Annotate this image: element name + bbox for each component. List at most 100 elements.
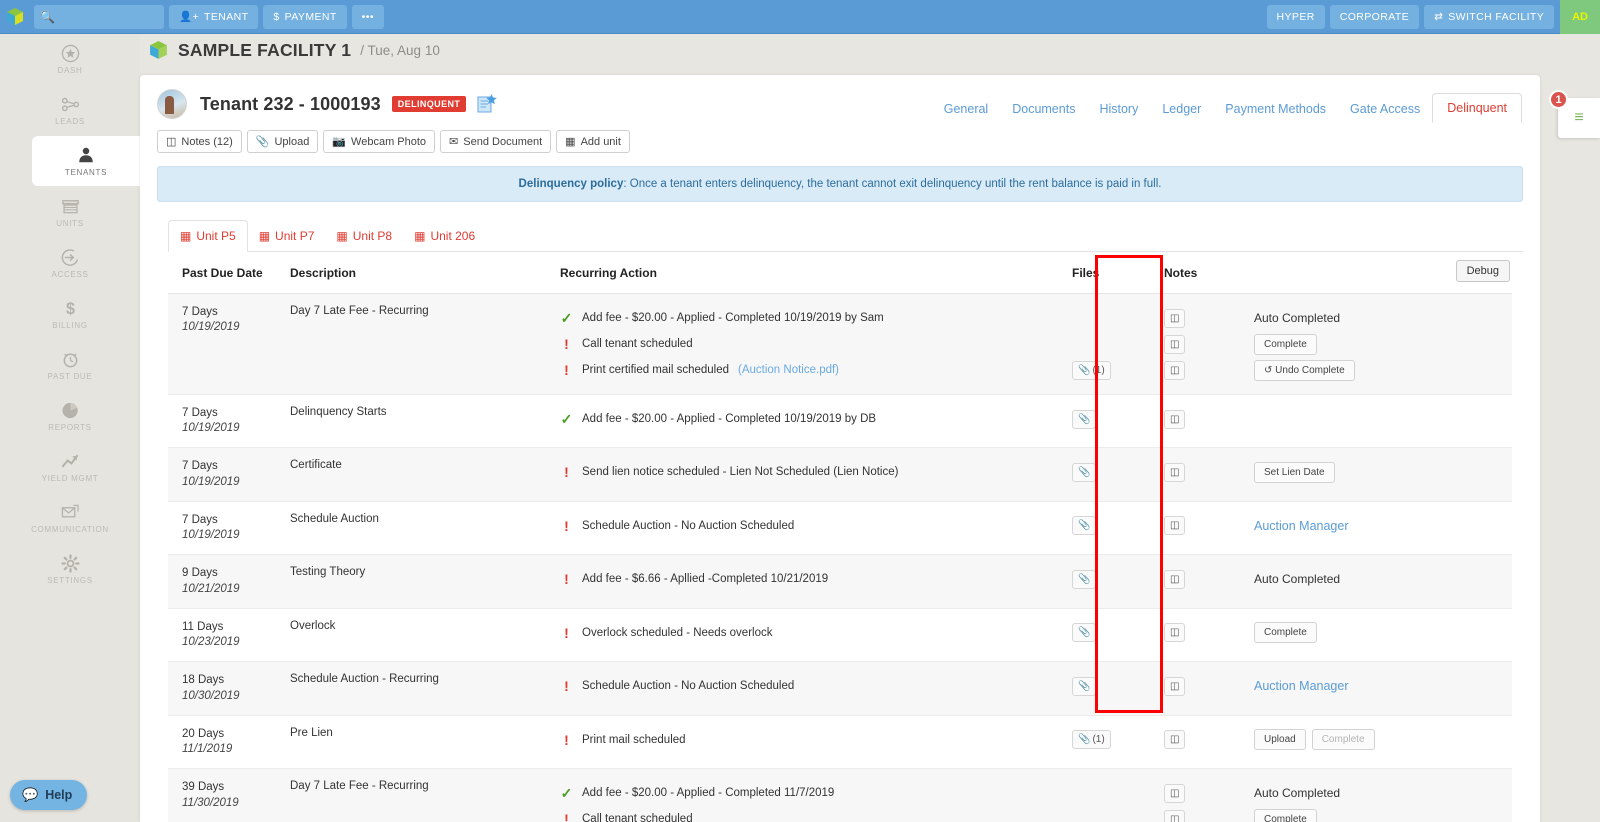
attach-file-button[interactable]: 📎	[1072, 516, 1097, 536]
button-complete[interactable]: Complete	[1254, 622, 1317, 644]
add-note-button[interactable]: ◫	[1164, 334, 1186, 354]
tab-payment-methods[interactable]: Payment Methods	[1213, 95, 1338, 123]
add-note-button[interactable]: ◫	[1164, 783, 1186, 803]
add-tenant-button[interactable]: 👤+ TENANT	[169, 4, 259, 29]
trend-arrow-icon	[61, 451, 80, 471]
attach-file-button[interactable]: 📎	[1072, 569, 1097, 589]
sidebar-item-units[interactable]: UNITS	[0, 187, 140, 237]
sidebar-item-billing[interactable]: $ BILLING	[0, 289, 140, 339]
paperclip-icon: 📎	[1078, 680, 1091, 692]
button-complete[interactable]: Complete	[1254, 808, 1317, 822]
button-set-lien-date[interactable]: Set Lien Date	[1254, 461, 1335, 483]
unit-tab-unit-p7[interactable]: ▦ Unit P7	[248, 221, 326, 251]
tab-ledger[interactable]: Ledger	[1150, 95, 1213, 123]
attach-file-button[interactable]: 📎	[1072, 676, 1097, 696]
cell-past-due-date: 20 Days 11/1/2019	[168, 715, 290, 770]
sidebar-item-leads[interactable]: LEADS	[0, 85, 140, 135]
tenant-action-send-document[interactable]: ✉ Send Document	[440, 130, 552, 153]
storage-door-icon	[61, 196, 80, 216]
cell-notes: ◫	[1164, 394, 1254, 449]
account-avatar[interactable]: AD	[1560, 0, 1600, 34]
corporate-button[interactable]: CORPORATE	[1329, 4, 1420, 29]
attach-file-button[interactable]: 📎 (1)	[1072, 730, 1111, 750]
sidebar-item-label: YIELD MGMT	[41, 474, 99, 483]
notes-icon: ◫	[1170, 520, 1180, 532]
tenant-action-add-unit[interactable]: ▦ Add unit	[556, 130, 630, 153]
cell-files: 📎	[1072, 608, 1164, 663]
unit-tab-unit-p8[interactable]: ▦ Unit P8	[325, 221, 403, 251]
sidebar-item-reports[interactable]: REPORTS	[0, 391, 140, 441]
hyper-button[interactable]: HYPER	[1266, 4, 1325, 29]
link-auction-manager[interactable]: Auction Manager	[1254, 679, 1349, 693]
sidebar-item-dash[interactable]: DASH	[0, 34, 140, 84]
unit-tab-unit-p5[interactable]: ▦ Unit P5	[168, 220, 248, 252]
cube-logo-icon[interactable]	[0, 0, 30, 34]
alert-icon: !	[564, 624, 569, 641]
recurring-action-line: ! Send lien notice scheduled - Lien Not S…	[560, 459, 1072, 485]
tenant-action-notes-12[interactable]: ◫ Notes (12)	[157, 130, 242, 153]
debug-button[interactable]: Debug	[1455, 260, 1510, 282]
add-note-button[interactable]: ◫	[1164, 516, 1186, 536]
search-input[interactable]	[54, 10, 158, 23]
table-row: 7 Days 10/19/2019 Delinquency Starts ✓ Add f…	[168, 394, 1512, 449]
note-star-icon[interactable]	[477, 94, 498, 114]
table-row: 7 Days 10/19/2019 Schedule Auction! Schedul…	[168, 501, 1512, 556]
tab-history[interactable]: History	[1087, 95, 1150, 123]
cell-row-actions: Set Lien Date	[1254, 447, 1512, 502]
add-payment-button[interactable]: $ PAYMENT	[263, 4, 347, 29]
add-note-button[interactable]: ◫	[1164, 676, 1186, 696]
description-text: Certificate	[290, 459, 342, 472]
add-note-button[interactable]: ◫	[1164, 360, 1186, 380]
add-note-button[interactable]: ◫	[1164, 462, 1186, 482]
cell-recurring-action: ! Overlock scheduled - Needs overlock	[560, 608, 1072, 663]
alert-icon: !	[564, 517, 569, 534]
global-search[interactable]: 🔍	[34, 4, 164, 29]
cell-row-actions: Upload Complete	[1254, 715, 1512, 770]
switch-facility-button[interactable]: ⇄ SWITCH FACILITY	[1424, 4, 1555, 29]
tab-gate-access[interactable]: Gate Access	[1338, 95, 1432, 123]
button-undo-complete[interactable]: ↺ Undo Complete	[1254, 359, 1355, 381]
past-due-days: 7 Days	[182, 513, 218, 526]
attach-file-button[interactable]: 📎	[1072, 623, 1097, 643]
add-note-button[interactable]: ◫	[1164, 809, 1186, 822]
add-note-button[interactable]: ◫	[1164, 569, 1186, 589]
file-link[interactable]: (Auction Notice.pdf)	[738, 357, 839, 383]
more-actions-button[interactable]: •••	[351, 4, 384, 29]
alert-icon: !	[564, 811, 569, 822]
help-button[interactable]: 💬 Help	[10, 780, 88, 810]
add-note-button[interactable]: ◫	[1164, 308, 1186, 328]
sidebar-item-label: PAST DUE	[47, 372, 93, 381]
attach-file-button[interactable]: 📎 (1)	[1072, 360, 1111, 380]
sidebar-item-access[interactable]: ACCESS	[0, 238, 140, 288]
attach-file-button[interactable]: 📎	[1072, 462, 1097, 482]
button-complete[interactable]: Complete	[1254, 333, 1317, 355]
add-note-button[interactable]: ◫	[1164, 623, 1186, 643]
button-complete[interactable]: Complete	[1311, 729, 1375, 751]
recurring-action-line: ! Schedule Auction - No Auction Scheduled	[560, 513, 1072, 539]
tab-documents[interactable]: Documents	[1000, 95, 1087, 123]
add-note-button[interactable]: ◫	[1164, 730, 1186, 750]
unit-tab-unit-206[interactable]: ▦ Unit 206	[403, 221, 486, 251]
button-upload[interactable]: Upload	[1254, 729, 1306, 751]
cell-files: 📎(1)	[1072, 715, 1164, 770]
sidebar-item-settings[interactable]: SETTINGS	[0, 544, 140, 594]
notification-widget[interactable]: ≡ 1	[1549, 90, 1600, 138]
sidebar-item-past-due[interactable]: PAST DUE	[0, 340, 140, 390]
paperclip-icon: 📎	[1078, 520, 1091, 532]
tenant-action-webcam-photo[interactable]: 📷 Webcam Photo	[323, 130, 436, 153]
sidebar-item-label: UNITS	[56, 219, 84, 228]
sidebar-item-tenants[interactable]: TENANTS	[32, 136, 140, 186]
attach-file-button[interactable]: 📎	[1072, 409, 1097, 429]
sidebar-item-yield-mgmt[interactable]: YIELD MGMT	[0, 442, 140, 492]
past-due-date: 11/30/2019	[182, 796, 239, 809]
sidebar-item-communication[interactable]: COMMUNICATION	[0, 493, 140, 543]
recurring-action-line: ! Call tenant scheduled	[560, 331, 1072, 357]
avatar	[157, 89, 187, 119]
add-note-button[interactable]: ◫	[1164, 409, 1186, 429]
tab-general[interactable]: General	[932, 95, 1000, 123]
facility-header: SAMPLE FACILITY 1 / Tue, Aug 10	[148, 40, 440, 61]
link-auction-manager[interactable]: Auction Manager	[1254, 519, 1349, 533]
cell-recurring-action: ✓ Add fee - $20.00 - Applied - Completed …	[560, 768, 1072, 822]
tab-delinquent[interactable]: Delinquent	[1432, 93, 1522, 123]
tenant-action-upload[interactable]: 📎 Upload	[246, 130, 319, 153]
